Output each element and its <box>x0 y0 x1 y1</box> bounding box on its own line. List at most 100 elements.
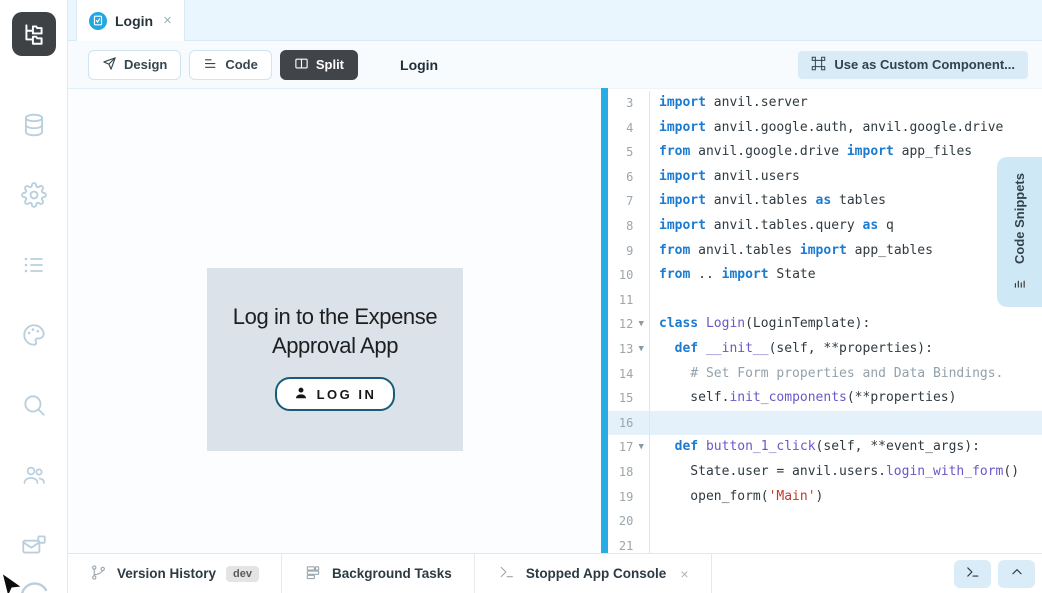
line-number: 4 <box>608 116 633 141</box>
code-line[interactable]: 9 from anvil.tables import app_tables <box>608 239 1042 264</box>
code-line[interactable]: 11 <box>608 288 1042 313</box>
background-tasks-tab[interactable]: Background Tasks <box>282 554 475 593</box>
gutter: 9 <box>608 239 650 264</box>
fold-gutter <box>633 116 649 141</box>
view-button-label: Code <box>225 57 258 72</box>
code-line[interactable]: 5from anvil.google.drive import app_file… <box>608 140 1042 165</box>
split-icon <box>294 56 309 74</box>
fold-arrow-icon[interactable]: ▼ <box>633 337 649 362</box>
gutter: 3 <box>608 91 650 116</box>
tab-close-icon[interactable]: × <box>163 12 172 29</box>
code-line[interactable]: 6import anvil.users <box>608 165 1042 190</box>
code-line[interactable]: 7import anvil.tables as tables <box>608 189 1042 214</box>
gutter: 20 <box>608 509 650 534</box>
code-line[interactable]: 8 import anvil.tables.query as q <box>608 214 1042 239</box>
code-text <box>650 509 659 534</box>
code-text <box>650 288 659 313</box>
code-line[interactable]: 12▼class Login(LoginTemplate): <box>608 312 1042 337</box>
use-as-custom-component-button[interactable]: Use as Custom Component... <box>798 51 1028 79</box>
gutter: 10 <box>608 263 650 288</box>
code-line[interactable]: 20 <box>608 509 1042 534</box>
form-toolbar: DesignCodeSplit Login Use as Custom Comp… <box>68 41 1042 88</box>
code-text: import anvil.tables.query as q <box>650 214 894 239</box>
chevron-up-icon <box>1009 565 1025 582</box>
gutter: 12▼ <box>608 312 650 337</box>
line-number: 15 <box>608 386 633 411</box>
code-text: import anvil.google.auth, anvil.google.d… <box>650 116 1003 141</box>
split-view-button[interactable]: Split <box>280 50 358 80</box>
view-button-label: Design <box>124 57 167 72</box>
tab-login[interactable]: Login × <box>76 0 185 41</box>
partial-circle-icon <box>18 576 50 593</box>
code-text: import anvil.server <box>650 91 808 116</box>
branch-icon <box>90 564 107 584</box>
code-text: State.user = anvil.users.login_with_form… <box>650 460 1019 485</box>
card-heading: Log in to the Expense Approval App <box>223 302 447 360</box>
code-text <box>650 411 659 436</box>
fold-gutter <box>633 485 649 510</box>
code-line[interactable]: 3import anvil.server <box>608 91 1042 116</box>
fold-gutter <box>633 140 649 165</box>
code-line[interactable]: 18 State.user = anvil.users.login_with_f… <box>608 460 1042 485</box>
list-icon[interactable] <box>0 230 67 300</box>
code-text: from .. import State <box>650 263 816 288</box>
code-icon <box>203 56 218 74</box>
person-icon <box>294 386 308 403</box>
stopped-app-console-tab[interactable]: Stopped App Console× <box>475 554 712 593</box>
bottom-tab-label: Version History <box>117 566 216 581</box>
view-mode-switch: Design Code Split <box>88 50 358 80</box>
open-console-button[interactable] <box>954 560 991 588</box>
code-line[interactable]: 10from .. import State <box>608 263 1042 288</box>
tab-label: Login <box>115 13 153 29</box>
fold-arrow-icon[interactable]: ▼ <box>633 435 649 460</box>
code-line[interactable]: 13▼ def __init__(self, **properties): <box>608 337 1042 362</box>
code-text: self.init_components(**properties) <box>650 386 956 411</box>
fold-gutter <box>633 362 649 387</box>
line-number: 20 <box>608 509 633 534</box>
code-line[interactable]: 14 # Set Form properties and Data Bindin… <box>608 362 1042 387</box>
app-structure-logo-icon[interactable] <box>12 12 56 56</box>
code-line[interactable]: 15 self.init_components(**properties) <box>608 386 1042 411</box>
palette-icon[interactable] <box>0 300 67 370</box>
log-in-button[interactable]: LOG IN <box>275 377 396 411</box>
fold-gutter <box>633 91 649 116</box>
design-view-button[interactable]: Design <box>88 50 181 80</box>
code-snippets-collapsed-tab[interactable]: Code Snippets <box>997 157 1042 307</box>
code-editor[interactable]: 3import anvil.server4import anvil.google… <box>608 88 1042 553</box>
gutter: 21 <box>608 534 650 553</box>
tab-strip: Login × <box>68 0 1042 41</box>
search-icon[interactable] <box>0 370 67 440</box>
code-line[interactable]: 19 open_form('Main') <box>608 485 1042 510</box>
gutter: 11 <box>608 288 650 313</box>
line-number: 12 <box>608 312 633 337</box>
fold-arrow-icon[interactable]: ▼ <box>633 312 649 337</box>
expand-panel-button[interactable] <box>998 560 1035 588</box>
gear-icon[interactable] <box>0 160 67 230</box>
close-icon[interactable]: × <box>680 566 688 582</box>
fold-gutter <box>633 189 649 214</box>
code-line[interactable]: 17▼ def button_1_click(self, **event_arg… <box>608 435 1042 460</box>
code-view-button[interactable]: Code <box>189 50 272 80</box>
line-number: 13 <box>608 337 633 362</box>
code-line-active[interactable]: 16 <box>608 411 1042 436</box>
split-divider-handle[interactable] <box>601 88 608 553</box>
gutter: 7 <box>608 189 650 214</box>
design-canvas[interactable]: Log in to the Expense Approval App LOG I… <box>68 88 601 553</box>
bar-chart-icon <box>1012 276 1027 295</box>
users-icon[interactable] <box>0 440 67 510</box>
database-icon[interactable] <box>0 90 67 160</box>
mail-icon[interactable] <box>0 510 67 580</box>
code-line[interactable]: 21 <box>608 534 1042 553</box>
fold-gutter <box>633 509 649 534</box>
fold-gutter <box>633 165 649 190</box>
line-number: 8 <box>608 214 633 239</box>
code-text: def __init__(self, **properties): <box>650 337 933 362</box>
code-text: from anvil.tables import app_tables <box>650 239 933 264</box>
left-sidebar <box>0 0 68 593</box>
login-card[interactable]: Log in to the Expense Approval App LOG I… <box>207 268 463 451</box>
version-history-tab[interactable]: Version Historydev <box>68 554 282 593</box>
code-snippets-label: Code Snippets <box>1012 173 1027 264</box>
line-number: 9 <box>608 239 633 264</box>
component-icon <box>811 56 826 74</box>
code-line[interactable]: 4 import anvil.google.auth, anvil.google.… <box>608 116 1042 141</box>
